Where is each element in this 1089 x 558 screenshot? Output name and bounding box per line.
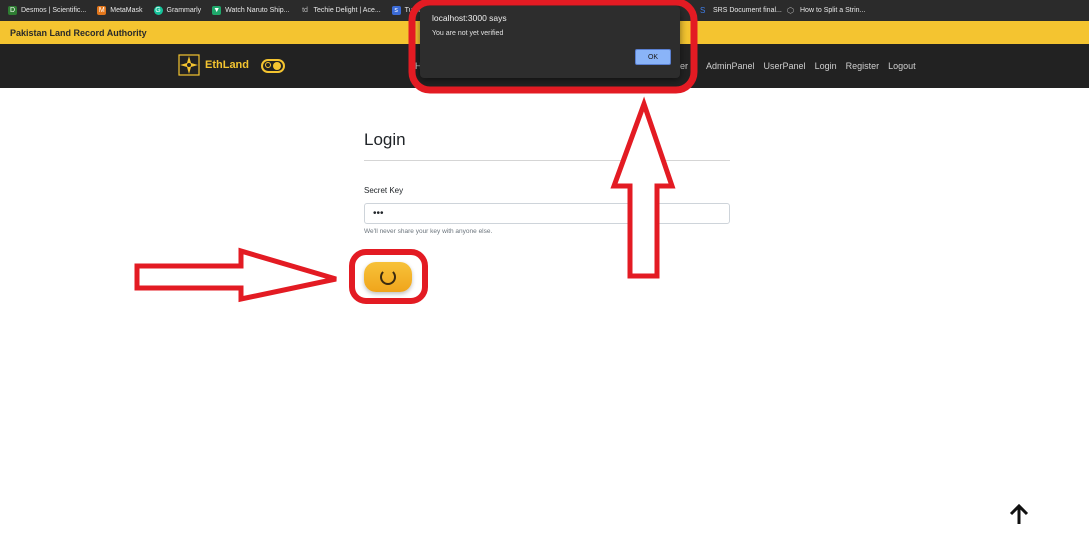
submit-button-loading[interactable] xyxy=(364,262,412,292)
grammarly-icon: G xyxy=(153,6,163,15)
bookmark-label: SRS Document final... xyxy=(713,7,782,14)
bookmark-label: Watch Naruto Ship... xyxy=(225,7,290,14)
toggle-knob xyxy=(273,62,281,70)
desmos-icon: D xyxy=(8,6,17,15)
right-arrow-icon xyxy=(134,247,337,303)
bookmark-label: Techie Delight | Ace... xyxy=(313,7,381,14)
nav-link-label: er xyxy=(680,61,689,71)
loading-spinner-icon xyxy=(380,269,396,285)
browser-page: D Desmos | Scientific... M MetaMask G Gr… xyxy=(0,0,1089,558)
alert-ok-button[interactable]: OK xyxy=(635,49,671,65)
brand-name: EthLand xyxy=(205,59,249,71)
login-divider xyxy=(364,160,730,161)
scroll-to-top-icon[interactable] xyxy=(1006,502,1032,528)
bookmark-desmos[interactable]: D Desmos | Scientific... xyxy=(8,0,86,21)
srs-icon: S xyxy=(700,6,706,15)
ethland-logo-icon xyxy=(178,54,200,76)
bookmark-naruto[interactable]: ▼ Watch Naruto Ship... xyxy=(212,0,289,21)
secret-key-help: We'll never share your key with anyone e… xyxy=(364,228,493,235)
bookmark-label: How to Split a Strin... xyxy=(800,7,866,14)
bookmark-srs-document[interactable]: S SRS Document final... xyxy=(700,0,782,21)
metamask-icon: M xyxy=(97,6,107,15)
tutorial-icon: s xyxy=(391,6,401,15)
td-icon: td xyxy=(302,7,308,14)
alert-title: localhost:3000 says xyxy=(432,13,507,23)
secret-key-input[interactable] xyxy=(364,203,730,224)
moon-icon xyxy=(265,62,271,68)
login-title: Login xyxy=(364,130,406,149)
alert-message: You are not yet verified xyxy=(432,30,504,37)
alert-dialog: localhost:3000 says You are not yet veri… xyxy=(420,6,680,78)
nav-link-clipped-right[interactable]: er xyxy=(680,44,688,88)
bookmark-metamask[interactable]: M MetaMask xyxy=(97,0,143,21)
bookmark-techie-delight[interactable]: td Techie Delight | Ace... xyxy=(300,0,381,21)
bookmark-label: MetaMask xyxy=(110,7,143,14)
nav-link-userpanel[interactable]: UserPanel xyxy=(764,61,806,71)
play-icon: ▼ xyxy=(212,6,222,15)
bookmark-label: Desmos | Scientific... xyxy=(21,7,87,14)
nav-links: AdminPanel UserPanel Login Register Logo… xyxy=(706,44,925,88)
bookmark-label: Grammarly xyxy=(166,7,202,14)
nav-link-login[interactable]: Login xyxy=(815,61,837,71)
theme-toggle[interactable] xyxy=(261,59,285,73)
nav-link-register[interactable]: Register xyxy=(846,61,880,71)
cube-icon: ⬡ xyxy=(787,6,794,15)
secret-key-label: Secret Key xyxy=(364,186,404,195)
up-arrow-icon xyxy=(610,96,676,279)
nav-link-logout[interactable]: Logout xyxy=(888,61,916,71)
bookmark-grammarly[interactable]: G Grammarly xyxy=(153,0,202,21)
banner-title: Pakistan Land Record Authority xyxy=(10,27,147,38)
nav-link-adminpanel[interactable]: AdminPanel xyxy=(706,61,755,71)
brand-link[interactable]: EthLand xyxy=(178,54,249,76)
bookmark-split-string[interactable]: ⬡ How to Split a Strin... xyxy=(787,0,865,21)
